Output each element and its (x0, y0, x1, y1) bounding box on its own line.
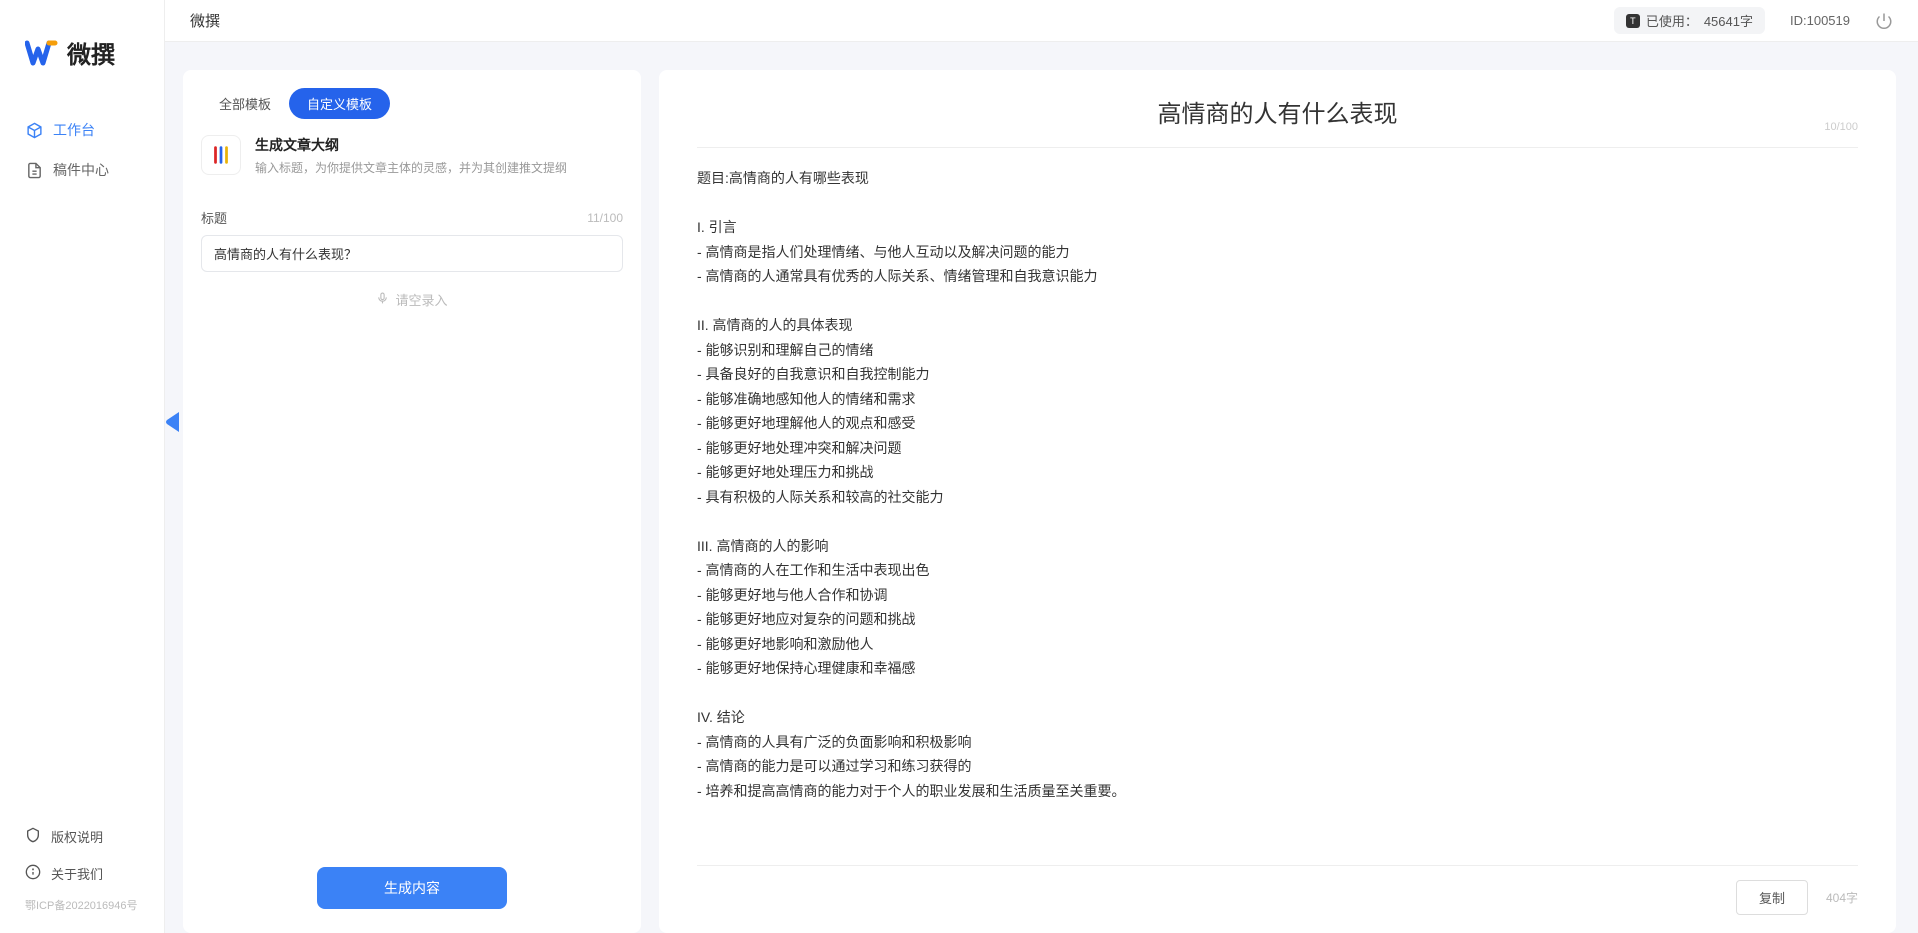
topbar-right: T 已使用： 45641字 ID:100519 (1614, 7, 1893, 34)
cube-icon (25, 121, 43, 139)
tab-custom-templates[interactable]: 自定义模板 (289, 88, 390, 119)
footer-about[interactable]: 关于我们 (0, 855, 164, 892)
word-count: 404字 (1826, 889, 1858, 906)
result-footer: 复制 404字 (697, 865, 1858, 915)
form-section: 标题 11/100 请空录入 (183, 190, 641, 867)
voice-input[interactable]: 请空录入 (201, 272, 623, 327)
nav-label: 工作台 (53, 120, 95, 140)
result-title: 高情商的人有什么表现 (697, 94, 1858, 129)
shield-icon (25, 827, 41, 846)
info-icon (25, 864, 41, 883)
template-title: 生成文章大纲 (255, 135, 567, 155)
sidebar: 微撰 工作台 稿件中心 版权说明 (0, 0, 165, 933)
document-icon (25, 161, 43, 179)
result-header: 高情商的人有什么表现 10/100 (697, 94, 1858, 148)
tab-all-templates[interactable]: 全部模板 (201, 88, 289, 119)
nav-item-drafts[interactable]: 稿件中心 (0, 150, 164, 190)
sidebar-footer: 版权说明 关于我们 鄂ICP备2022016946号 (0, 808, 164, 933)
template-info: 生成文章大纲 输入标题，为你提供文章主体的灵感，并为其创建推文提纲 (255, 135, 567, 176)
config-panel: 全部模板 自定义模板 生成文章大纲 输入标题，为你提供文章主体的灵感，并为其创建… (183, 70, 641, 933)
mic-icon (376, 292, 389, 308)
footer-copyright[interactable]: 版权说明 (0, 818, 164, 855)
usage-value: 45641字 (1704, 11, 1753, 30)
text-icon: T (1626, 14, 1640, 28)
main: 微撰 T 已使用： 45641字 ID:100519 (165, 0, 1918, 933)
template-icon (201, 135, 241, 175)
nav-label: 稿件中心 (53, 160, 109, 180)
title-field-row: 标题 11/100 (201, 208, 623, 227)
template-card: 生成文章大纲 输入标题，为你提供文章主体的灵感，并为其创建推文提纲 (183, 135, 641, 190)
app-title: 微撰 (190, 10, 220, 31)
logo-icon (25, 39, 59, 67)
title-input[interactable] (201, 235, 623, 272)
icp-text: 鄂ICP备2022016946号 (0, 892, 164, 918)
copy-button[interactable]: 复制 (1736, 880, 1808, 915)
collapse-handle[interactable] (165, 412, 179, 435)
user-id: ID:100519 (1790, 13, 1850, 28)
result-body[interactable]: 题目:高情商的人有哪些表现 I. 引言 - 高情商是指人们处理情绪、与他人互动以… (697, 166, 1858, 855)
sidebar-nav: 工作台 稿件中心 (0, 100, 164, 808)
result-panel: 高情商的人有什么表现 10/100 题目:高情商的人有哪些表现 I. 引言 - … (659, 70, 1896, 933)
template-tabs: 全部模板 自定义模板 (183, 88, 641, 135)
voice-label: 请空录入 (395, 290, 447, 309)
result-title-count: 10/100 (1824, 121, 1858, 133)
usage-label: 已使用： (1646, 11, 1698, 30)
footer-label: 版权说明 (51, 827, 103, 846)
topbar: 微撰 T 已使用： 45641字 ID:100519 (165, 0, 1918, 42)
title-label: 标题 (201, 208, 227, 227)
logo-text: 微撰 (67, 35, 115, 70)
power-icon[interactable] (1875, 12, 1893, 30)
generate-button[interactable]: 生成内容 (317, 867, 507, 909)
title-count: 11/100 (587, 211, 623, 225)
nav-item-workbench[interactable]: 工作台 (0, 110, 164, 150)
logo: 微撰 (0, 0, 164, 100)
template-desc: 输入标题，为你提供文章主体的灵感，并为其创建推文提纲 (255, 159, 567, 176)
footer-label: 关于我们 (51, 864, 103, 883)
usage-badge: T 已使用： 45641字 (1614, 7, 1765, 34)
content: 全部模板 自定义模板 生成文章大纲 输入标题，为你提供文章主体的灵感，并为其创建… (165, 42, 1918, 933)
